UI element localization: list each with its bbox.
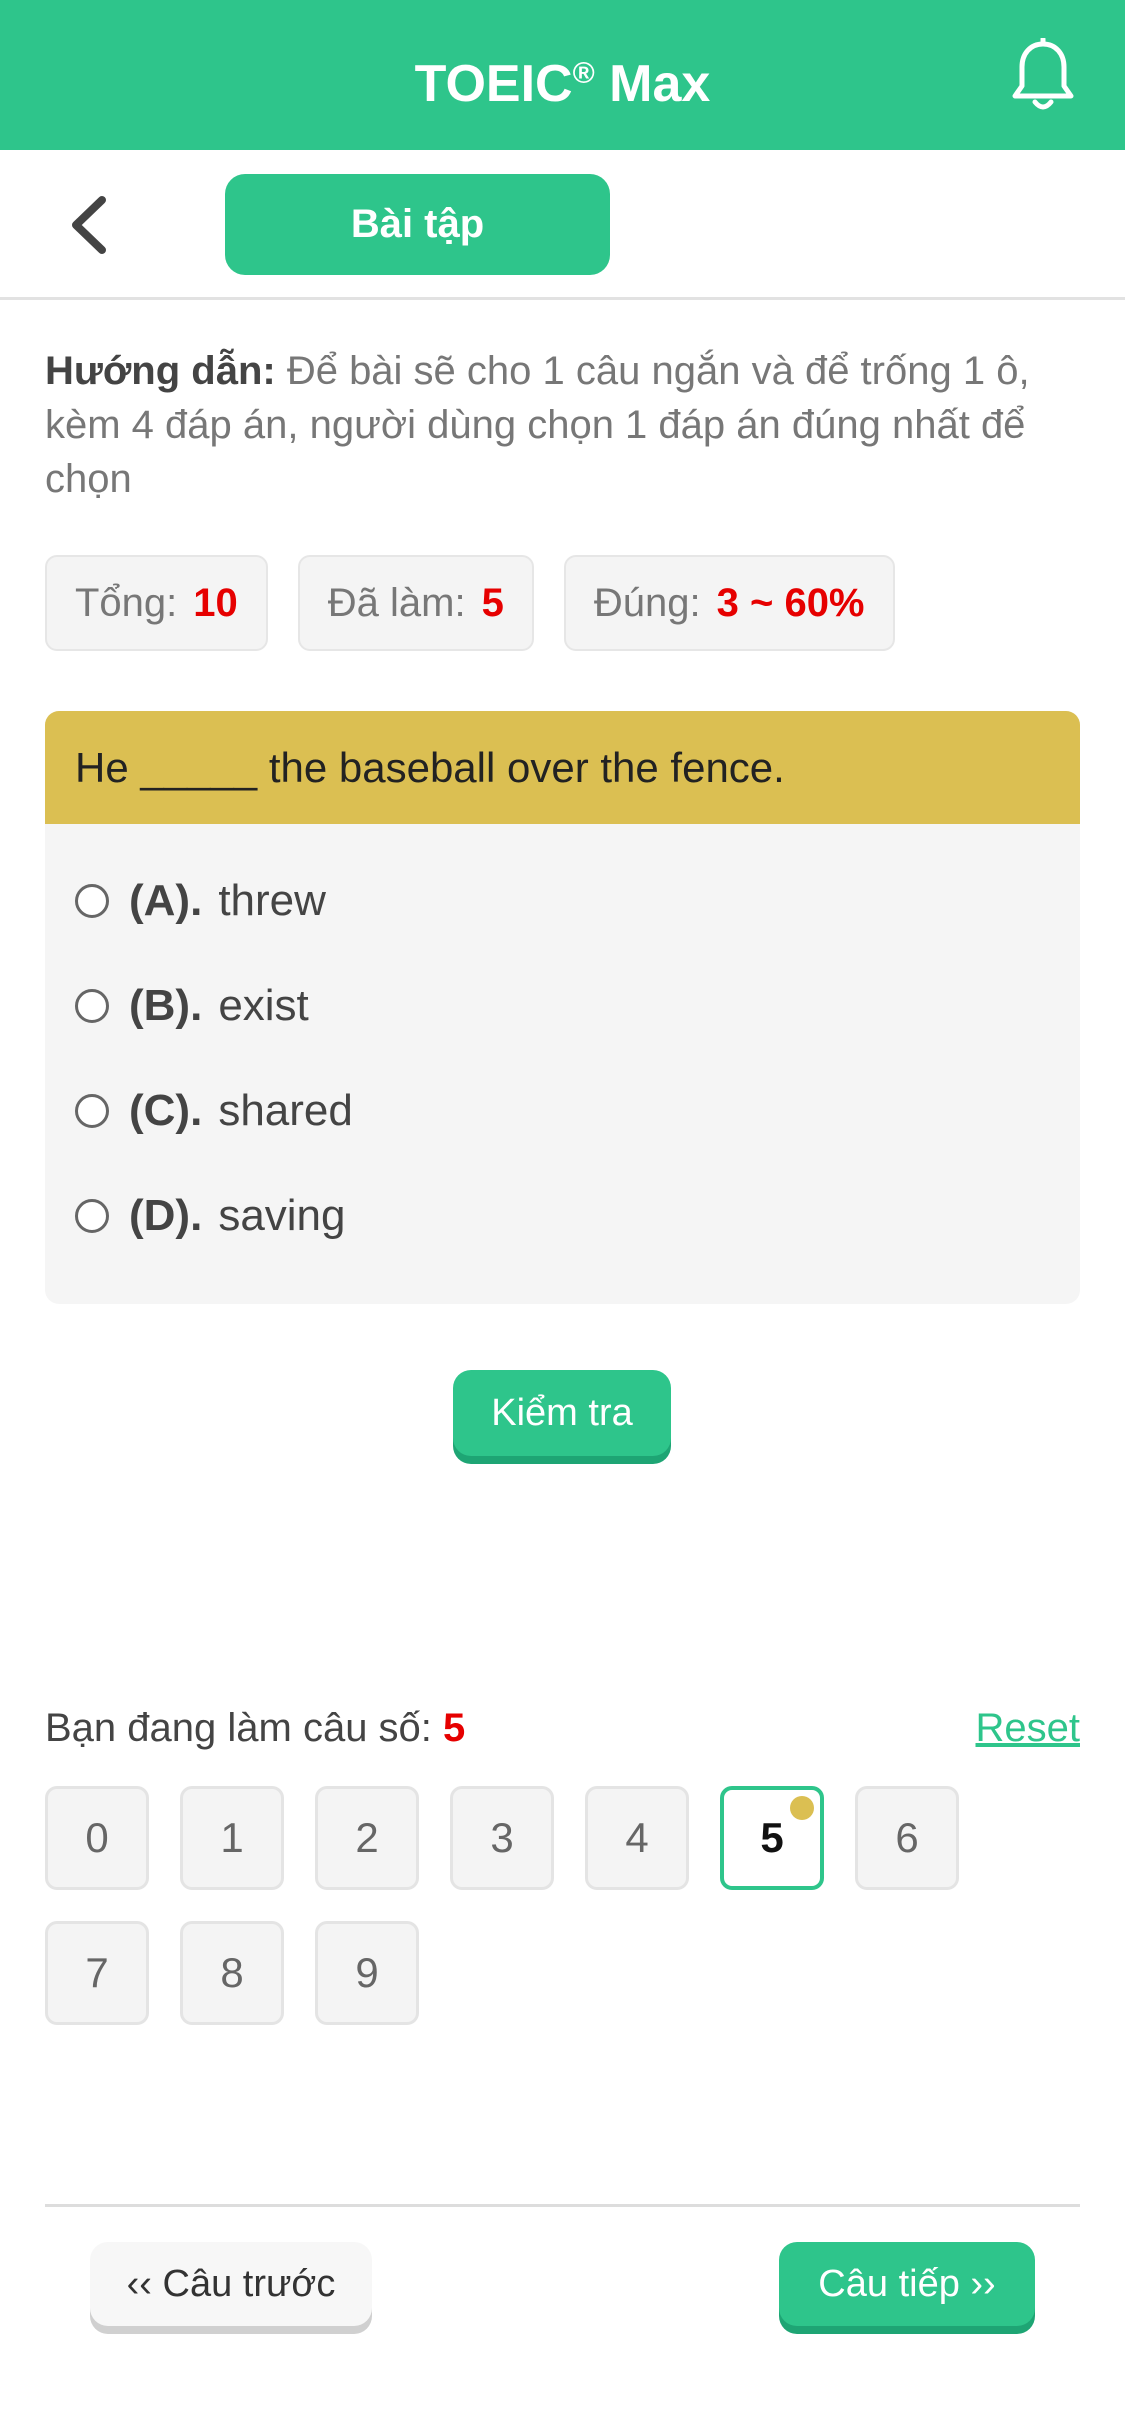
option-a[interactable]: (A). threw: [45, 848, 1080, 953]
app-title: TOEIC® Max: [414, 55, 711, 113]
reset-link[interactable]: Reset: [976, 1700, 1081, 1756]
divider: [45, 2204, 1080, 2207]
answer-options: (A). threw (B). exist (C). shared (D). savin…: [45, 824, 1080, 1268]
app-header: TOEIC® Max: [0, 0, 1125, 150]
question-number-button[interactable]: 4: [585, 1786, 689, 1890]
question-number-button[interactable]: 9: [315, 1921, 419, 2025]
radio-button[interactable]: [75, 883, 109, 918]
question-number-button[interactable]: 1: [180, 1786, 284, 1890]
option-d[interactable]: (D). saving: [45, 1163, 1080, 1268]
question-number-button[interactable]: 7: [45, 1921, 149, 2025]
radio-button[interactable]: [75, 1198, 109, 1233]
stat-total: Tổng: 10: [45, 555, 268, 651]
chevron-left-icon[interactable]: [66, 194, 112, 256]
toolbar: Bài tập: [0, 150, 1125, 300]
current-question-label: Bạn đang làm câu số: 5: [45, 1706, 466, 1750]
check-button[interactable]: Kiểm tra: [453, 1370, 671, 1456]
answered-indicator-dot: [790, 1796, 814, 1820]
instructions-label: Hướng dẫn:: [45, 349, 276, 393]
question-number-button[interactable]: 0: [45, 1786, 149, 1890]
question-number-button[interactable]: 3: [450, 1786, 554, 1890]
question-text: He _____ the baseball over the fence.: [45, 711, 1080, 824]
stat-correct: Đúng: 3 ~ 60%: [563, 555, 895, 651]
tab-exercise[interactable]: Bài tập: [225, 174, 610, 275]
bell-icon[interactable]: [1010, 38, 1076, 114]
instructions: Hướng dẫn: Để bài sẽ cho 1 câu ngắn và đ…: [45, 344, 1085, 506]
option-c[interactable]: (C). shared: [45, 1058, 1080, 1163]
radio-button[interactable]: [75, 988, 109, 1023]
question-number-button[interactable]: 2: [315, 1786, 419, 1890]
previous-question-button[interactable]: ‹‹ Câu trước: [90, 2242, 372, 2326]
next-question-button[interactable]: Câu tiếp ››: [779, 2242, 1035, 2326]
question-number-button-active[interactable]: 5: [720, 1786, 824, 1890]
radio-button[interactable]: [75, 1093, 109, 1128]
question-card: He _____ the baseball over the fence. (A…: [45, 711, 1080, 1304]
question-number-button[interactable]: 6: [855, 1786, 959, 1890]
question-number-button[interactable]: 8: [180, 1921, 284, 2025]
option-b[interactable]: (B). exist: [45, 953, 1080, 1058]
stat-done: Đã làm: 5: [297, 555, 534, 651]
stats-bar: Tổng: 10 Đã làm: 5 Đúng: 3 ~ 60%: [45, 555, 895, 651]
